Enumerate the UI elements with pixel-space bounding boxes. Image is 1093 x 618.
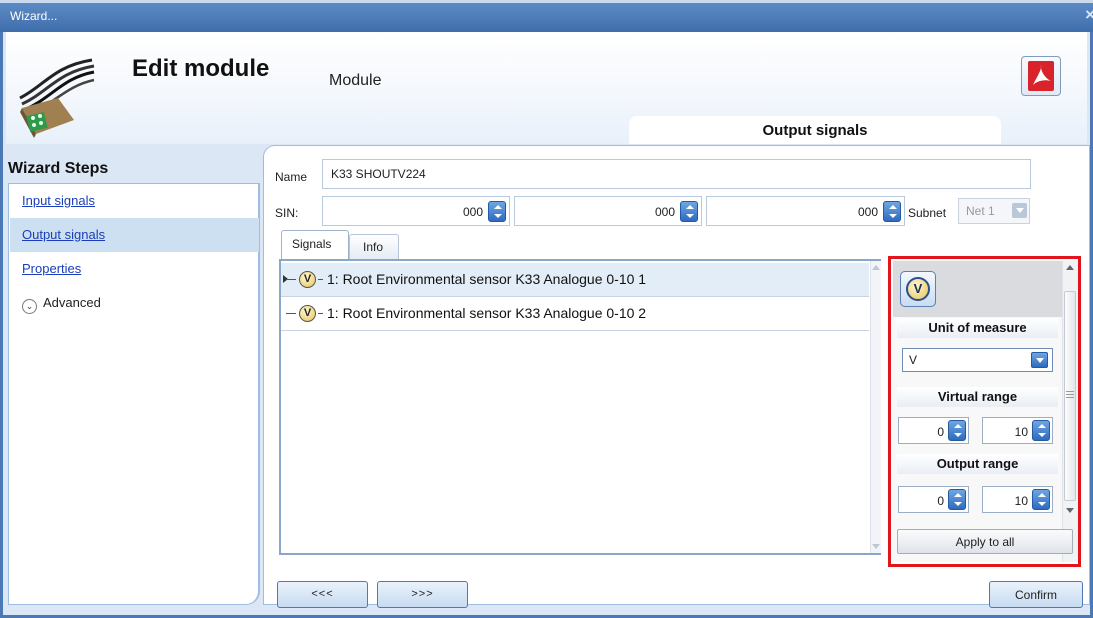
list-scrollbar[interactable] bbox=[870, 261, 881, 553]
scroll-down-icon[interactable] bbox=[1066, 508, 1074, 513]
name-label: Name bbox=[275, 170, 308, 184]
sin-label: SIN: bbox=[275, 206, 299, 220]
spin-arrows-icon[interactable] bbox=[948, 489, 966, 510]
pdf-manual-button[interactable] bbox=[1021, 56, 1061, 96]
spin-arrows-icon[interactable] bbox=[883, 201, 901, 222]
sin-value-3: 000 bbox=[857, 205, 878, 219]
signal-list: V 1: Root Environmental sensor K33 Analo… bbox=[279, 259, 881, 555]
window-title: Wizard... bbox=[10, 9, 58, 23]
apply-to-all-button[interactable]: Apply to all bbox=[897, 529, 1073, 554]
sidebar-item-advanced[interactable]: ⌄ Advanced bbox=[10, 286, 259, 320]
list-item[interactable]: V 1: Root Environmental sensor K33 Analo… bbox=[281, 263, 869, 296]
sin-stepper-3[interactable]: 000 bbox=[706, 196, 905, 226]
analogue-voltage-icon: V bbox=[299, 271, 316, 288]
grip-icon bbox=[1066, 391, 1074, 398]
sin-stepper-1[interactable]: 000 bbox=[322, 196, 510, 226]
virtual-range-max-stepper[interactable]: 10 bbox=[982, 417, 1053, 444]
row-divider bbox=[281, 330, 869, 331]
subnet-label: Subnet bbox=[908, 206, 947, 220]
current-step-label: Output signals bbox=[762, 122, 868, 139]
analogue-voltage-icon: V bbox=[299, 305, 316, 322]
next-step-button[interactable]: >>> bbox=[377, 581, 468, 608]
virtual-range-title: Virtual range bbox=[897, 387, 1058, 407]
output-range-max-stepper[interactable]: 10 bbox=[982, 486, 1053, 513]
output-range-min-stepper[interactable]: 0 bbox=[898, 486, 969, 513]
chevron-down-icon[interactable] bbox=[1012, 203, 1027, 218]
connector-line bbox=[318, 313, 323, 314]
sin-value-1: 000 bbox=[462, 205, 483, 219]
output-range-title: Output range bbox=[897, 454, 1058, 474]
spin-arrows-icon[interactable] bbox=[488, 201, 506, 222]
window-titlebar bbox=[0, 0, 1093, 32]
sidebar-item-input-signals[interactable]: Input signals bbox=[10, 184, 259, 218]
spin-arrows-icon[interactable] bbox=[948, 420, 966, 441]
connector-line bbox=[286, 313, 296, 314]
spin-arrows-icon[interactable] bbox=[1032, 420, 1050, 441]
sidebar-item-output-signals[interactable]: Output signals bbox=[10, 218, 259, 252]
scroll-up-icon[interactable] bbox=[872, 265, 880, 270]
list-item[interactable]: V 1: Root Environmental sensor K33 Analo… bbox=[281, 297, 869, 330]
tab-info[interactable]: Info bbox=[349, 234, 399, 260]
connector-line bbox=[286, 279, 296, 280]
pdf-icon bbox=[1028, 61, 1054, 91]
tab-signals[interactable]: Signals bbox=[281, 230, 349, 260]
signal-label: 1: Root Environmental sensor K33 Analogu… bbox=[327, 305, 647, 321]
page-title: Edit module bbox=[132, 55, 270, 82]
page-subtitle: Module bbox=[329, 72, 382, 89]
virtual-range-min: 0 bbox=[937, 425, 944, 439]
name-input[interactable]: K33 SHOUTV224 bbox=[322, 159, 1031, 189]
wizard-steps-title: Wizard Steps bbox=[8, 160, 109, 177]
connector-line bbox=[318, 279, 323, 280]
previous-step-button[interactable]: <<< bbox=[277, 581, 368, 608]
virtual-range-min-stepper[interactable]: 0 bbox=[898, 417, 969, 444]
wizard-steps-panel: Input signals Output signals Properties … bbox=[8, 183, 260, 605]
chevron-down-circle-icon: ⌄ bbox=[22, 299, 37, 314]
close-icon[interactable]: × bbox=[1085, 5, 1093, 25]
analogue-voltage-icon: V bbox=[906, 277, 930, 301]
signal-label: 1: Root Environmental sensor K33 Analogu… bbox=[327, 271, 647, 287]
spin-arrows-icon[interactable] bbox=[680, 201, 698, 222]
sin-value-2: 000 bbox=[654, 205, 675, 219]
sidebar-item-properties[interactable]: Properties bbox=[10, 252, 259, 286]
chevron-down-icon[interactable] bbox=[1031, 352, 1048, 368]
virtual-range-max: 10 bbox=[1014, 425, 1028, 439]
sin-stepper-2[interactable]: 000 bbox=[514, 196, 702, 226]
spin-arrows-icon[interactable] bbox=[1032, 489, 1050, 510]
output-range-max: 10 bbox=[1014, 494, 1028, 508]
module-device-icon bbox=[19, 58, 95, 138]
unit-of-measure-title: Unit of measure bbox=[897, 318, 1058, 338]
advanced-label: Advanced bbox=[43, 295, 101, 310]
output-range-min: 0 bbox=[937, 494, 944, 508]
scroll-up-icon[interactable] bbox=[1066, 265, 1074, 270]
scroll-down-icon[interactable] bbox=[872, 544, 880, 549]
confirm-button[interactable]: Confirm bbox=[989, 581, 1083, 608]
